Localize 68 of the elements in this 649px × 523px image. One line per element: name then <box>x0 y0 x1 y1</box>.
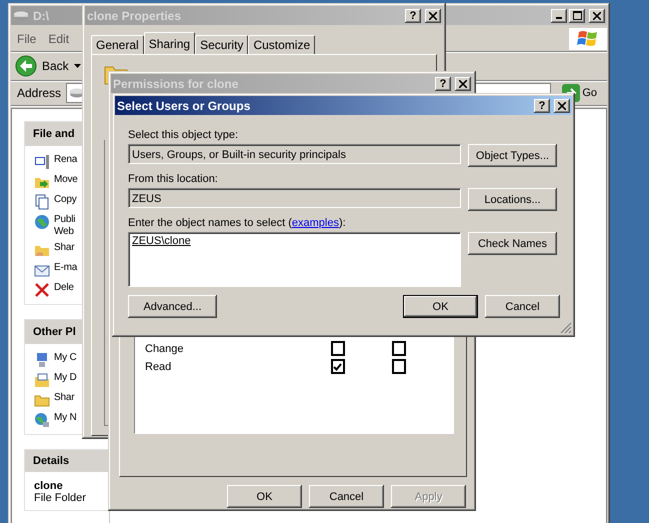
item-name: clone <box>34 480 64 492</box>
close-icon <box>593 12 601 20</box>
minimize-icon <box>556 17 562 19</box>
examples-link[interactable]: examples <box>292 217 339 229</box>
menu-item[interactable]: Edit <box>48 32 70 46</box>
permission-name: Read <box>145 360 172 372</box>
cancel-button[interactable]: Cancel <box>485 295 560 318</box>
task-link[interactable]: Rena <box>54 154 78 166</box>
globe-icon <box>34 214 50 230</box>
tab[interactable]: General <box>91 35 144 54</box>
panel-header[interactable]: File and <box>25 122 83 146</box>
tab[interactable]: Sharing <box>144 32 196 54</box>
delete-icon <box>34 282 50 298</box>
dialog-button[interactable]: Object Types... <box>468 144 557 167</box>
resize-grip-icon <box>560 322 572 334</box>
allow-checkbox[interactable] <box>330 341 345 356</box>
task-link[interactable]: My C <box>54 352 77 364</box>
dialog-button[interactable]: Locations... <box>468 188 557 211</box>
help-button[interactable]: ? <box>534 98 550 112</box>
permission-name: Change <box>145 342 185 354</box>
window-title: clone Properties <box>87 8 182 22</box>
task-link[interactable]: Shar <box>54 392 74 404</box>
allow-checkbox[interactable] <box>330 359 345 374</box>
window-title: Select Users or Groups <box>117 98 250 112</box>
readonly-field[interactable]: ZEUS <box>128 188 461 208</box>
field-label: From this location: <box>128 173 219 185</box>
pages-icon <box>34 194 50 210</box>
close-icon <box>558 102 566 110</box>
advanced-button[interactable]: Advanced... <box>128 295 217 318</box>
readonly-field[interactable]: Users, Groups, or Built-in security principals <box>128 144 461 164</box>
task-link[interactable]: Publi <box>54 214 76 226</box>
panel-header[interactable]: Other Pl <box>25 320 83 344</box>
menu-item[interactable]: File <box>17 32 36 46</box>
close-icon <box>429 12 437 20</box>
field-label: Select this object type: <box>128 129 240 141</box>
monitor-icon <box>34 154 50 170</box>
close-icon <box>459 80 467 88</box>
names-input-field[interactable]: ZEUS\clone <box>128 232 461 287</box>
task-link[interactable]: My N <box>54 412 77 424</box>
item-type: File Folder <box>34 492 87 504</box>
task-link[interactable]: Shar <box>54 242 74 254</box>
tab[interactable]: Security <box>195 35 248 54</box>
task-link[interactable]: Dele <box>54 282 74 294</box>
deny-checkbox[interactable] <box>392 359 406 374</box>
field-label: Enter the object names to select (examples): <box>128 217 347 229</box>
caret-icon <box>74 64 81 68</box>
flag-logo-icon <box>577 29 599 49</box>
maximize-icon <box>572 11 582 20</box>
address-label: Address <box>17 86 62 100</box>
back-button[interactable]: Back <box>15 55 81 77</box>
task-link[interactable]: My D <box>54 372 77 384</box>
check-names-button[interactable]: Check Names <box>468 232 557 255</box>
dialog-button[interactable]: OK <box>227 485 302 508</box>
close-button[interactable] <box>554 98 570 112</box>
ok-button[interactable]: OK <box>403 295 478 318</box>
dialog-button[interactable]: Cancel <box>309 485 384 508</box>
check-icon <box>333 362 342 370</box>
tab[interactable]: Customize <box>248 35 316 54</box>
task-link[interactable]: Move <box>54 174 78 186</box>
window-title: D:\ <box>33 8 49 22</box>
deny-checkbox[interactable] <box>392 341 406 356</box>
task-link[interactable]: Copy <box>54 194 77 206</box>
computer-icon <box>34 352 50 368</box>
task-link[interactable]: Web <box>54 226 76 238</box>
network-icon <box>34 412 50 428</box>
documents-icon <box>34 372 50 388</box>
panel-header[interactable]: Details <box>25 450 108 472</box>
task-link[interactable]: E-ma <box>54 262 78 274</box>
